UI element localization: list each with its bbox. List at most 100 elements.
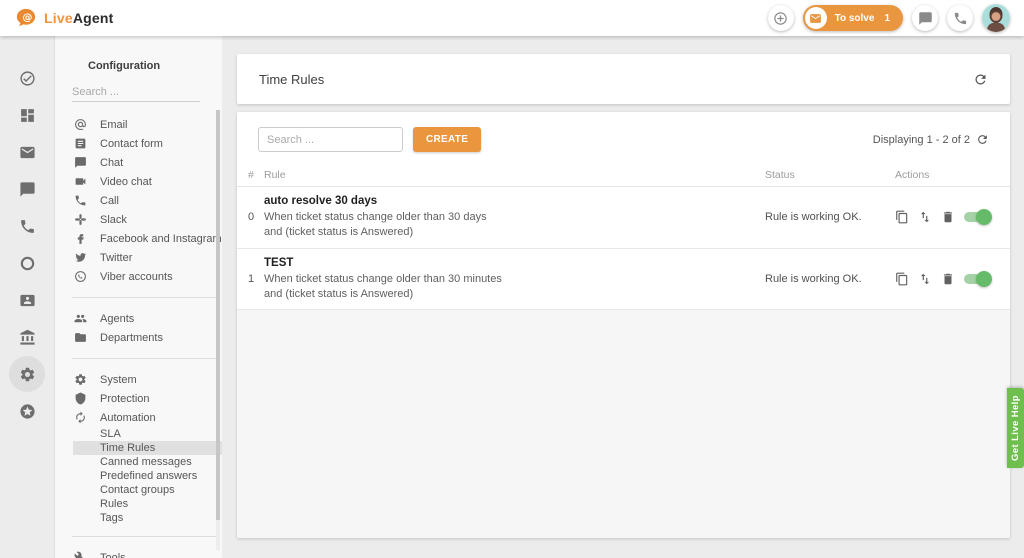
sidebar-item-label: Email <box>100 119 128 131</box>
envelope-icon <box>809 12 822 25</box>
viber-icon <box>74 270 87 283</box>
sidebar-item-email[interactable]: Email <box>55 115 222 134</box>
sidebar-item-departments[interactable]: Departments <box>55 328 222 347</box>
card-empty-area <box>237 310 1010 538</box>
calls-button[interactable] <box>947 5 973 31</box>
sidebar-item-tools[interactable]: Tools <box>55 548 222 558</box>
rail-item-tickets[interactable] <box>9 60 45 96</box>
status-circle-icon <box>19 255 36 272</box>
rule-enabled-toggle[interactable] <box>964 212 990 222</box>
rail-item-call[interactable] <box>9 208 45 244</box>
rule-index: 1 <box>248 273 264 285</box>
col-header-num: # <box>248 169 264 181</box>
to-solve-button[interactable]: To solve 1 <box>803 5 903 31</box>
sidebar-search-input[interactable] <box>72 83 200 102</box>
at-icon <box>74 118 87 131</box>
rule-status: Rule is working OK. <box>765 273 895 285</box>
liveagent-logo: @ LiveAgent <box>14 7 114 29</box>
sidebar-item-facebook-instagram[interactable]: Facebook and Instagram <box>55 229 222 248</box>
rail-item-chat[interactable] <box>9 171 45 207</box>
reorder-rule-button[interactable] <box>918 210 932 224</box>
table-row[interactable]: 0 auto resolve 30 days When ticket statu… <box>237 187 1010 249</box>
sidebar-item-label: System <box>100 374 137 386</box>
sidebar-item-system[interactable]: System <box>55 370 222 389</box>
rail-item-configuration[interactable] <box>9 356 45 392</box>
sidebar-subitem-contact-groups[interactable]: Contact groups <box>73 483 222 497</box>
chats-button[interactable] <box>912 5 938 31</box>
organization-icon <box>19 329 36 346</box>
sidebar-item-agents[interactable]: Agents <box>55 309 222 328</box>
sidebar-item-slack[interactable]: Slack <box>55 210 222 229</box>
twitter-icon <box>74 251 87 264</box>
add-button[interactable] <box>768 5 794 31</box>
refresh-icon[interactable] <box>976 133 989 146</box>
rail-item-dashboard[interactable] <box>9 97 45 133</box>
divider <box>72 358 218 359</box>
sidebar-item-video-chat[interactable]: Video chat <box>55 172 222 191</box>
sidebar-subitem-canned-messages[interactable]: Canned messages <box>73 455 222 469</box>
main-content: Time Rules CREATE Displaying 1 - 2 of 2 … <box>222 36 1024 558</box>
delete-rule-button[interactable] <box>941 272 955 286</box>
rail-item-organization[interactable] <box>9 319 45 355</box>
copy-icon <box>895 272 909 286</box>
sidebar-subitem-time-rules[interactable]: Time Rules <box>73 441 222 455</box>
sidebar-item-protection[interactable]: Protection <box>55 389 222 408</box>
rail-item-email[interactable] <box>9 134 45 170</box>
contacts-icon <box>19 292 36 309</box>
sidebar-item-label: Video chat <box>100 176 152 188</box>
chat-icon <box>19 181 36 198</box>
sidebar-item-label: Chat <box>100 157 123 169</box>
reorder-rule-button[interactable] <box>918 272 932 286</box>
videocam-icon <box>74 175 87 188</box>
copy-rule-button[interactable] <box>895 210 909 224</box>
get-live-help-button[interactable]: Get Live Help <box>1007 388 1024 468</box>
sidebar-item-automation[interactable]: Automation <box>55 408 222 427</box>
page-refresh-button[interactable] <box>973 72 988 87</box>
delete-rule-button[interactable] <box>941 210 955 224</box>
rail-item-badges[interactable] <box>9 393 45 429</box>
sidebar-subitem-rules[interactable]: Rules <box>73 497 222 511</box>
brand-text: LiveAgent <box>44 10 114 26</box>
call-icon <box>74 194 87 207</box>
toggle-knob <box>976 209 992 225</box>
sidebar-item-label: Contact form <box>100 138 163 150</box>
add-circle-icon <box>773 11 788 26</box>
toggle-knob <box>976 271 992 287</box>
sidebar-subitem-sla[interactable]: SLA <box>73 427 222 441</box>
agents-icon <box>74 312 87 325</box>
sidebar-item-call[interactable]: Call <box>55 191 222 210</box>
check-circle-icon <box>19 70 36 87</box>
rule-description-line1: When ticket status change older than 30 … <box>264 272 765 287</box>
logo-bubble-icon: @ <box>14 7 38 29</box>
svg-text:@: @ <box>22 12 32 23</box>
rule-description-line1: When ticket status change older than 30 … <box>264 210 765 225</box>
rail-item-contacts[interactable] <box>9 282 45 318</box>
sidebar-item-viber[interactable]: Viber accounts <box>55 267 222 286</box>
user-avatar[interactable] <box>982 4 1010 32</box>
envelope-badge <box>805 7 827 29</box>
copy-rule-button[interactable] <box>895 272 909 286</box>
sidebar-item-chat[interactable]: Chat <box>55 153 222 172</box>
shield-icon <box>74 392 87 405</box>
sidebar-scrollbar[interactable] <box>216 110 220 550</box>
rule-enabled-toggle[interactable] <box>964 274 990 284</box>
swap-vert-icon <box>918 210 932 224</box>
table-row[interactable]: 1 TEST When ticket status change older t… <box>237 249 1010 311</box>
sidebar-item-contact-form[interactable]: Contact form <box>55 134 222 153</box>
rule-title: TEST <box>264 257 765 269</box>
sidebar-item-label: Departments <box>100 332 163 344</box>
sidebar-item-label: Tools <box>100 552 126 558</box>
sidebar-item-label: Protection <box>100 393 150 405</box>
create-button[interactable]: CREATE <box>413 127 481 152</box>
divider <box>72 536 218 537</box>
rules-search-input[interactable] <box>258 127 403 152</box>
col-header-rule: Rule <box>264 169 765 181</box>
sidebar-subitem-predefined-answers[interactable]: Predefined answers <box>73 469 222 483</box>
sidebar-subitem-tags[interactable]: Tags <box>73 511 222 525</box>
sidebar-scrollbar-thumb[interactable] <box>216 110 220 520</box>
rail-item-status[interactable] <box>9 245 45 281</box>
rule-index: 0 <box>248 211 264 223</box>
sidebar-item-twitter[interactable]: Twitter <box>55 248 222 267</box>
star-circle-icon <box>19 403 36 420</box>
rule-description-line2: and (ticket status is Answered) <box>264 225 765 240</box>
